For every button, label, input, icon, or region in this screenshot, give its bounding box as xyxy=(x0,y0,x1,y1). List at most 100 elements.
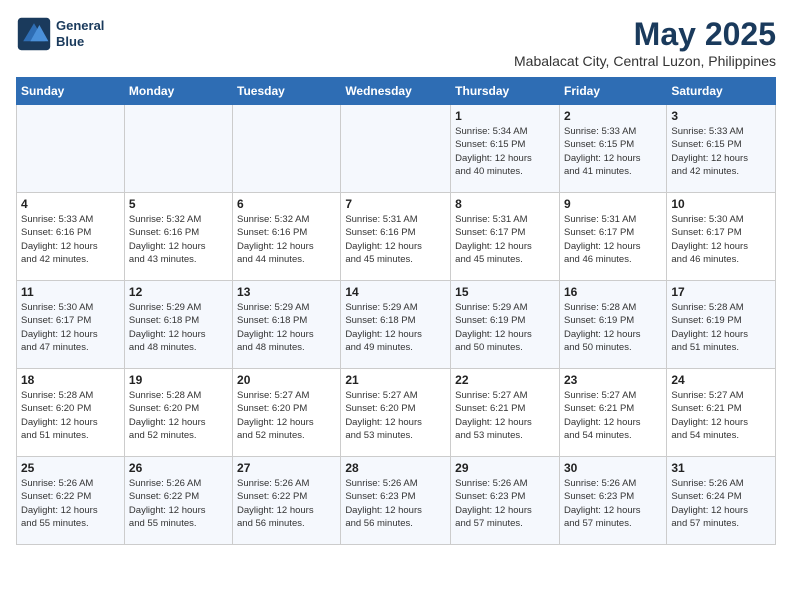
day-number: 24 xyxy=(671,373,771,387)
calendar-cell: 7 Sunrise: 5:31 AM Sunset: 6:16 PM Daylig… xyxy=(341,193,451,281)
day-header-thursday: Thursday xyxy=(451,78,560,105)
day-info: Sunrise: 5:29 AM Sunset: 6:19 PM Dayligh… xyxy=(455,301,555,354)
day-info: Sunrise: 5:27 AM Sunset: 6:20 PM Dayligh… xyxy=(345,389,446,442)
calendar-cell: 9 Sunrise: 5:31 AM Sunset: 6:17 PM Daylig… xyxy=(559,193,666,281)
calendar-cell: 13 Sunrise: 5:29 AM Sunset: 6:18 PM Dayli… xyxy=(233,281,341,369)
day-number: 5 xyxy=(129,197,228,211)
day-number: 30 xyxy=(564,461,662,475)
day-info: Sunrise: 5:27 AM Sunset: 6:21 PM Dayligh… xyxy=(671,389,771,442)
day-number: 11 xyxy=(21,285,120,299)
day-info: Sunrise: 5:27 AM Sunset: 6:21 PM Dayligh… xyxy=(564,389,662,442)
day-number: 19 xyxy=(129,373,228,387)
day-info: Sunrise: 5:29 AM Sunset: 6:18 PM Dayligh… xyxy=(345,301,446,354)
day-number: 25 xyxy=(21,461,120,475)
calendar-cell: 25 Sunrise: 5:26 AM Sunset: 6:22 PM Dayli… xyxy=(17,457,125,545)
calendar-cell: 31Sunrise: 5:26 AM Sunset: 6:24 PM Dayli… xyxy=(667,457,776,545)
day-number: 9 xyxy=(564,197,662,211)
calendar-cell: 22 Sunrise: 5:27 AM Sunset: 6:21 PM Dayli… xyxy=(451,369,560,457)
day-info: Sunrise: 5:33 AM Sunset: 6:15 PM Dayligh… xyxy=(564,125,662,178)
day-info: Sunrise: 5:26 AM Sunset: 6:22 PM Dayligh… xyxy=(237,477,336,530)
day-info: Sunrise: 5:28 AM Sunset: 6:19 PM Dayligh… xyxy=(564,301,662,354)
calendar-cell: 28 Sunrise: 5:26 AM Sunset: 6:23 PM Dayli… xyxy=(341,457,451,545)
day-info: Sunrise: 5:29 AM Sunset: 6:18 PM Dayligh… xyxy=(129,301,228,354)
day-number: 26 xyxy=(129,461,228,475)
header-row: SundayMondayTuesdayWednesdayThursdayFrid… xyxy=(17,78,776,105)
day-header-friday: Friday xyxy=(559,78,666,105)
calendar-table: SundayMondayTuesdayWednesdayThursdayFrid… xyxy=(16,77,776,545)
calendar-cell: 30Sunrise: 5:26 AM Sunset: 6:23 PM Dayli… xyxy=(559,457,666,545)
day-header-sunday: Sunday xyxy=(17,78,125,105)
day-info: Sunrise: 5:30 AM Sunset: 6:17 PM Dayligh… xyxy=(671,213,771,266)
day-number: 3 xyxy=(671,109,771,123)
day-info: Sunrise: 5:26 AM Sunset: 6:22 PM Dayligh… xyxy=(21,477,120,530)
calendar-cell xyxy=(17,105,125,193)
day-info: Sunrise: 5:26 AM Sunset: 6:23 PM Dayligh… xyxy=(345,477,446,530)
day-info: Sunrise: 5:30 AM Sunset: 6:17 PM Dayligh… xyxy=(21,301,120,354)
logo-text: General Blue xyxy=(56,18,104,49)
day-header-wednesday: Wednesday xyxy=(341,78,451,105)
calendar-title: May 2025 xyxy=(514,16,776,53)
day-number: 7 xyxy=(345,197,446,211)
calendar-cell: 23 Sunrise: 5:27 AM Sunset: 6:21 PM Dayli… xyxy=(559,369,666,457)
calendar-cell: 3 Sunrise: 5:33 AM Sunset: 6:15 PM Daylig… xyxy=(667,105,776,193)
day-number: 20 xyxy=(237,373,336,387)
day-info: Sunrise: 5:26 AM Sunset: 6:22 PM Dayligh… xyxy=(129,477,228,530)
page-header: General Blue May 2025 Mabalacat City, Ce… xyxy=(16,16,776,69)
calendar-subtitle: Mabalacat City, Central Luzon, Philippin… xyxy=(514,53,776,69)
day-header-saturday: Saturday xyxy=(667,78,776,105)
day-info: Sunrise: 5:34 AM Sunset: 6:15 PM Dayligh… xyxy=(455,125,555,178)
day-number: 23 xyxy=(564,373,662,387)
day-info: Sunrise: 5:31 AM Sunset: 6:17 PM Dayligh… xyxy=(455,213,555,266)
day-number: 22 xyxy=(455,373,555,387)
calendar-cell xyxy=(233,105,341,193)
calendar-cell xyxy=(124,105,232,193)
day-number: 28 xyxy=(345,461,446,475)
calendar-cell: 1 Sunrise: 5:34 AM Sunset: 6:15 PM Daylig… xyxy=(451,105,560,193)
week-row-2: 4Sunrise: 5:33 AM Sunset: 6:16 PM Daylig… xyxy=(17,193,776,281)
day-info: Sunrise: 5:26 AM Sunset: 6:23 PM Dayligh… xyxy=(455,477,555,530)
day-number: 18 xyxy=(21,373,120,387)
day-number: 17 xyxy=(671,285,771,299)
calendar-cell: 15 Sunrise: 5:29 AM Sunset: 6:19 PM Dayli… xyxy=(451,281,560,369)
logo-icon xyxy=(16,16,52,52)
calendar-cell: 4Sunrise: 5:33 AM Sunset: 6:16 PM Daylig… xyxy=(17,193,125,281)
day-number: 13 xyxy=(237,285,336,299)
day-info: Sunrise: 5:31 AM Sunset: 6:17 PM Dayligh… xyxy=(564,213,662,266)
calendar-cell: 20 Sunrise: 5:27 AM Sunset: 6:20 PM Dayli… xyxy=(233,369,341,457)
day-header-monday: Monday xyxy=(124,78,232,105)
day-number: 14 xyxy=(345,285,446,299)
calendar-cell: 5 Sunrise: 5:32 AM Sunset: 6:16 PM Daylig… xyxy=(124,193,232,281)
calendar-cell: 27Sunrise: 5:26 AM Sunset: 6:22 PM Dayli… xyxy=(233,457,341,545)
calendar-cell: 6Sunrise: 5:32 AM Sunset: 6:16 PM Daylig… xyxy=(233,193,341,281)
day-info: Sunrise: 5:28 AM Sunset: 6:20 PM Dayligh… xyxy=(129,389,228,442)
day-info: Sunrise: 5:29 AM Sunset: 6:18 PM Dayligh… xyxy=(237,301,336,354)
day-header-tuesday: Tuesday xyxy=(233,78,341,105)
calendar-cell: 29 Sunrise: 5:26 AM Sunset: 6:23 PM Dayli… xyxy=(451,457,560,545)
calendar-cell: 18Sunrise: 5:28 AM Sunset: 6:20 PM Dayli… xyxy=(17,369,125,457)
day-info: Sunrise: 5:31 AM Sunset: 6:16 PM Dayligh… xyxy=(345,213,446,266)
day-info: Sunrise: 5:32 AM Sunset: 6:16 PM Dayligh… xyxy=(129,213,228,266)
calendar-cell: 16 Sunrise: 5:28 AM Sunset: 6:19 PM Dayli… xyxy=(559,281,666,369)
calendar-cell: 26 Sunrise: 5:26 AM Sunset: 6:22 PM Dayli… xyxy=(124,457,232,545)
calendar-cell: 14 Sunrise: 5:29 AM Sunset: 6:18 PM Dayli… xyxy=(341,281,451,369)
day-info: Sunrise: 5:33 AM Sunset: 6:15 PM Dayligh… xyxy=(671,125,771,178)
day-number: 31 xyxy=(671,461,771,475)
calendar-cell: 2 Sunrise: 5:33 AM Sunset: 6:15 PM Daylig… xyxy=(559,105,666,193)
day-number: 12 xyxy=(129,285,228,299)
day-number: 1 xyxy=(455,109,555,123)
day-number: 2 xyxy=(564,109,662,123)
logo: General Blue xyxy=(16,16,104,52)
calendar-cell: 11 Sunrise: 5:30 AM Sunset: 6:17 PM Dayli… xyxy=(17,281,125,369)
day-number: 16 xyxy=(564,285,662,299)
week-row-5: 25 Sunrise: 5:26 AM Sunset: 6:22 PM Dayli… xyxy=(17,457,776,545)
calendar-cell: 10Sunrise: 5:30 AM Sunset: 6:17 PM Dayli… xyxy=(667,193,776,281)
day-number: 29 xyxy=(455,461,555,475)
day-info: Sunrise: 5:27 AM Sunset: 6:21 PM Dayligh… xyxy=(455,389,555,442)
calendar-cell: 17 Sunrise: 5:28 AM Sunset: 6:19 PM Dayli… xyxy=(667,281,776,369)
day-number: 15 xyxy=(455,285,555,299)
calendar-cell: 24 Sunrise: 5:27 AM Sunset: 6:21 PM Dayli… xyxy=(667,369,776,457)
day-info: Sunrise: 5:28 AM Sunset: 6:19 PM Dayligh… xyxy=(671,301,771,354)
week-row-1: 1 Sunrise: 5:34 AM Sunset: 6:15 PM Daylig… xyxy=(17,105,776,193)
day-info: Sunrise: 5:27 AM Sunset: 6:20 PM Dayligh… xyxy=(237,389,336,442)
calendar-cell xyxy=(341,105,451,193)
